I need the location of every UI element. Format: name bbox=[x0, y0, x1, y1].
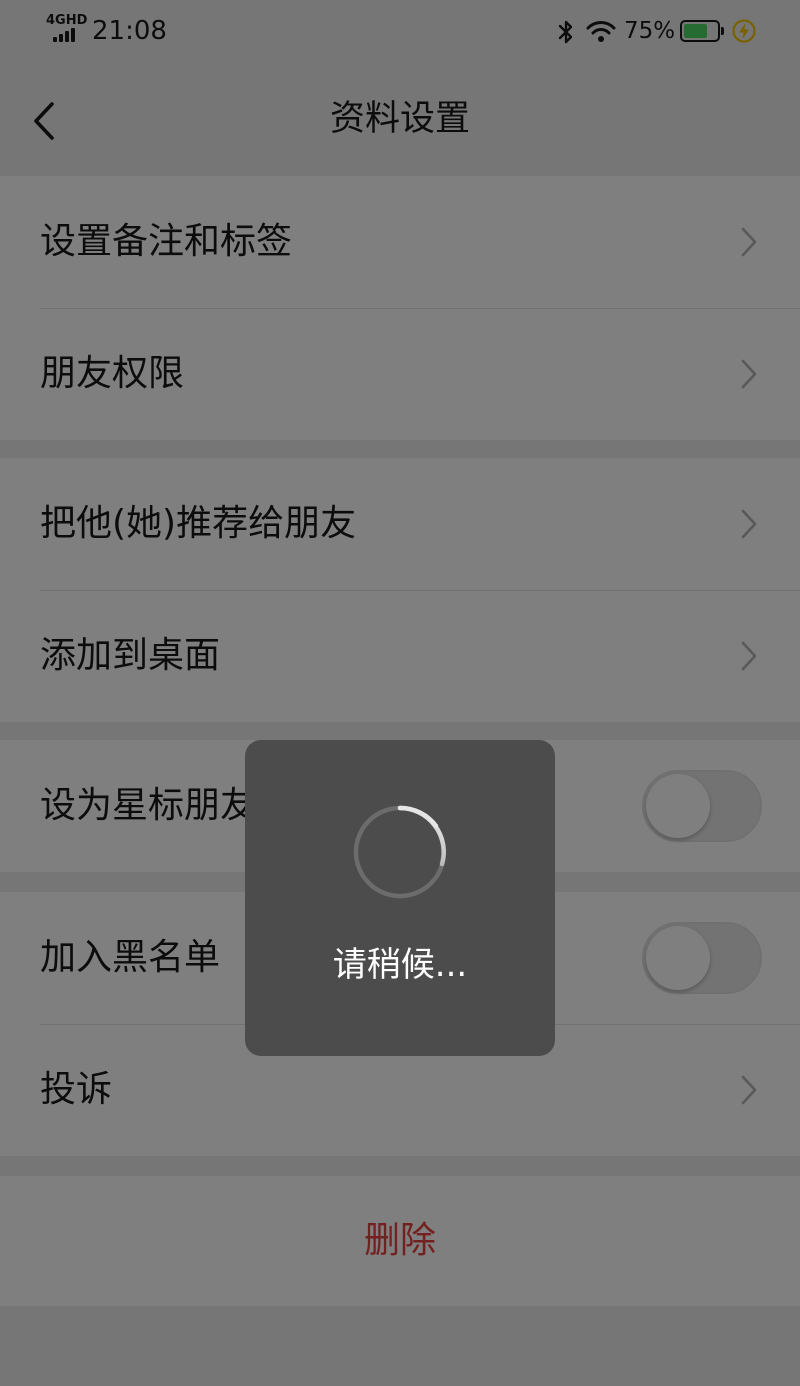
loading-text: 请稍候... bbox=[332, 945, 468, 985]
profile-settings-screen: 4GHD 21:08 75% 资料设置 bbox=[0, 0, 800, 1386]
loading-toast: 请稍候... bbox=[245, 740, 555, 1056]
loading-mask bbox=[0, 0, 800, 1386]
spinner-icon bbox=[353, 805, 447, 899]
